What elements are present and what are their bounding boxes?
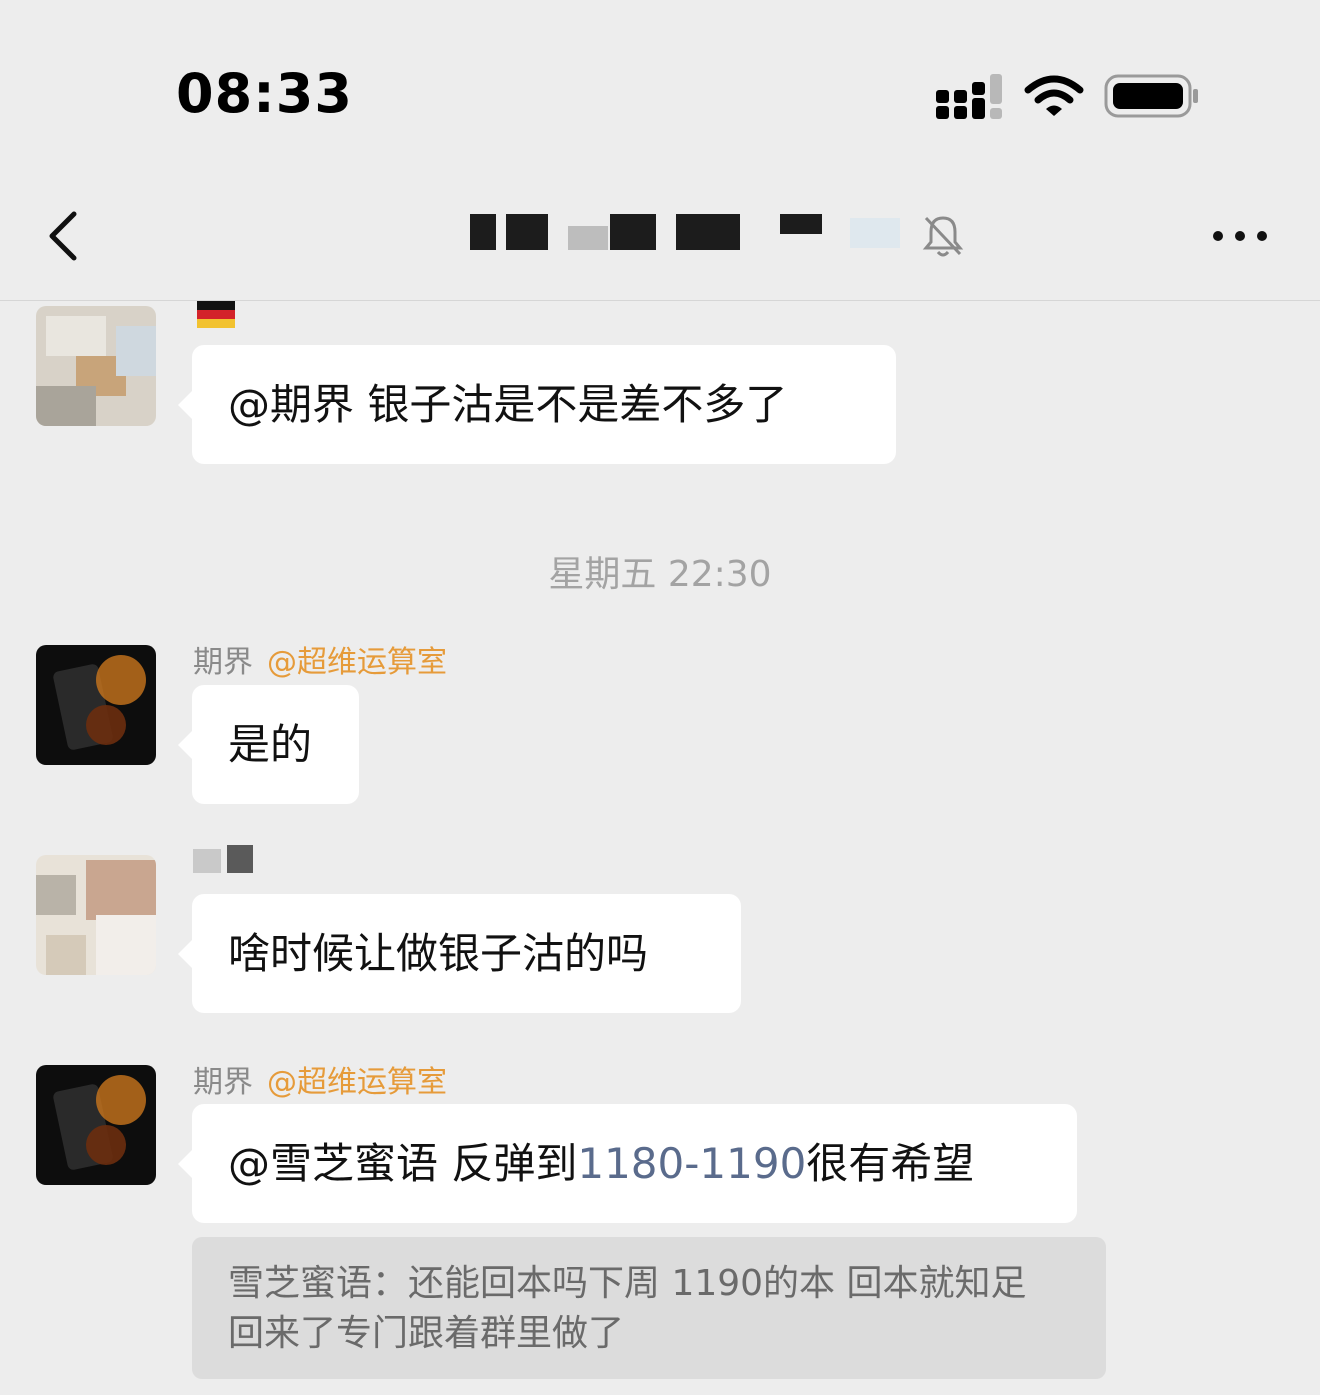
sender-name-text: 期界: [193, 1065, 253, 1100]
chevron-left-icon[interactable]: [44, 210, 84, 262]
message-text: 啥时候让做银子沽的吗: [228, 928, 649, 978]
number-link[interactable]: 1180-1190: [577, 1139, 806, 1188]
sender-name-redacted: [193, 845, 255, 875]
redacted-block: [506, 214, 548, 250]
redacted-block: [676, 214, 740, 250]
message-bubble[interactable]: @雪芝蜜语 反弹到1180-1190很有希望: [178, 1104, 1077, 1223]
redacted-block: [568, 226, 608, 250]
chat-header: [0, 190, 1320, 301]
message-text: @期界 银子沽是不是差不多了: [228, 379, 788, 429]
mention-tag[interactable]: @超维运算室: [267, 645, 447, 680]
message-text-part: 很有希望: [806, 1138, 975, 1188]
cellular-signal-icon: [936, 74, 1002, 119]
avatar[interactable]: [36, 306, 156, 426]
redacted-block: [470, 214, 496, 250]
message-bubble[interactable]: @期界 银子沽是不是差不多了: [178, 345, 896, 464]
quoted-message[interactable]: 雪芝蜜语：还能回本吗下周 1190的本 回本就知足 回来了专门跟着群里做了: [192, 1237, 1106, 1379]
sender-name: 期界 @超维运算室: [193, 1057, 447, 1101]
message-bubble[interactable]: 是的: [178, 685, 359, 804]
redacted-block: [610, 214, 656, 250]
sender-name-text: 期界: [193, 645, 253, 680]
redacted-block: [850, 218, 900, 248]
status-bar: 08:33: [0, 0, 1320, 190]
avatar[interactable]: [36, 1065, 156, 1185]
mention-tag[interactable]: @超维运算室: [267, 1065, 447, 1100]
wifi-icon: [1024, 75, 1084, 116]
sender-name: 期界 @超维运算室: [193, 637, 447, 681]
avatar[interactable]: [36, 855, 156, 975]
redacted-block: [780, 214, 822, 234]
message-text-part: @雪芝蜜语 反弹到: [228, 1138, 578, 1188]
message-text: 是的: [228, 719, 313, 769]
status-time: 08:33: [176, 62, 353, 125]
battery-icon: [1104, 74, 1198, 118]
message-bubble[interactable]: 啥时候让做银子沽的吗: [178, 894, 741, 1013]
chat-title-redacted: [460, 210, 910, 258]
germany-flag-icon: [197, 301, 235, 328]
ellipsis-icon[interactable]: [1210, 226, 1270, 246]
message-text: @雪芝蜜语 反弹到1180-1190很有希望: [228, 1142, 974, 1185]
avatar[interactable]: [36, 645, 156, 765]
bell-slash-icon: [922, 216, 964, 257]
chat-timestamp: 星期五 22:30: [548, 554, 772, 595]
